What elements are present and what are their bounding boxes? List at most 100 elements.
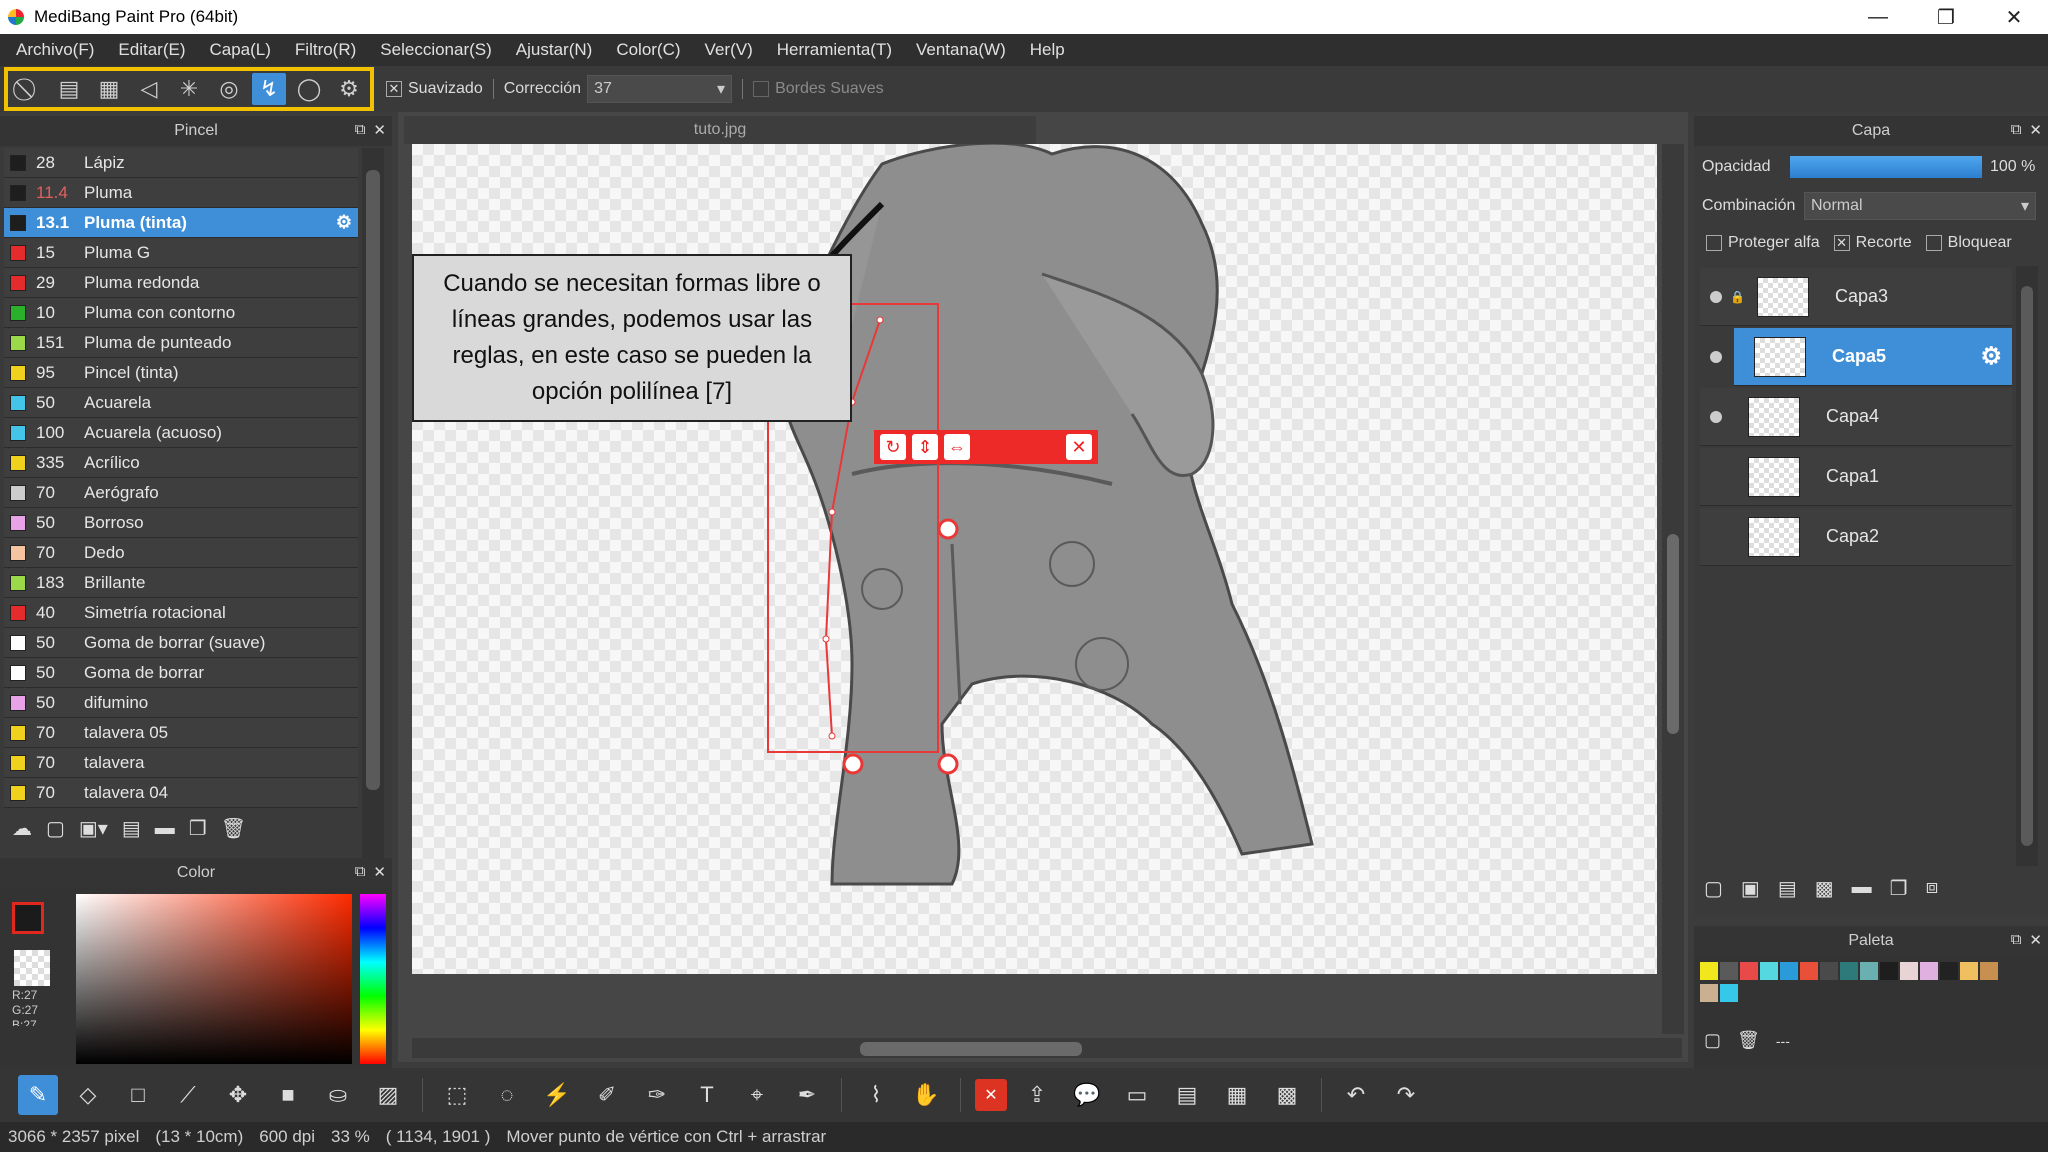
new-brush-icon[interactable]: ▢ — [46, 816, 65, 841]
close-icon[interactable]: ✕ — [373, 863, 386, 881]
protect-alpha-option[interactable]: Proteger alfa — [1706, 234, 1820, 252]
undock-icon[interactable]: ⧉ — [2011, 931, 2022, 949]
redo-button[interactable]: ↷ — [1386, 1075, 1426, 1115]
panel-layout-button[interactable]: ▦ — [1217, 1075, 1257, 1115]
palette-swatch[interactable] — [1700, 962, 1718, 980]
new-1bit-layer-icon[interactable]: ▤ — [1778, 876, 1797, 901]
gear-icon[interactable]: ⚙ — [1980, 342, 2002, 371]
palette-swatch[interactable] — [1740, 962, 1758, 980]
radial-ruler-icon[interactable]: ✳ — [172, 73, 206, 105]
palette-swatch[interactable] — [1780, 962, 1798, 980]
close-button[interactable]: ✕ — [1980, 0, 2048, 34]
brush-tool-button[interactable]: ✎ — [18, 1075, 58, 1115]
document-tab[interactable]: tuto.jpg — [404, 116, 1036, 144]
smoothing-checkbox[interactable]: ✕ — [386, 81, 402, 97]
opacity-slider[interactable] — [1790, 156, 1982, 178]
lasso-tool-button[interactable]: ◌ — [487, 1075, 527, 1115]
divide-tool-button[interactable]: ✒ — [787, 1075, 827, 1115]
brush-item[interactable]: 183 Brillante — [4, 568, 358, 598]
smoothing-option[interactable]: ✕ Suavizado — [386, 80, 483, 98]
brush-item[interactable]: 151 Pluma de punteado — [4, 328, 358, 358]
menu-capa[interactable]: Capa(L) — [197, 40, 282, 60]
menu-archivo[interactable]: Archivo(F) — [4, 40, 106, 60]
merge-layer-icon[interactable]: ⧈ — [1926, 876, 1939, 901]
brush-list-scrollbar[interactable] — [362, 148, 384, 918]
menu-editar[interactable]: Editar(E) — [106, 40, 197, 60]
eyedropper-tool-button[interactable]: ⌇ — [856, 1075, 896, 1115]
brush-item[interactable]: 29 Pluma redonda — [4, 268, 358, 298]
fill-shape-button[interactable]: ■ — [268, 1075, 308, 1115]
brush-item[interactable]: 28 Lápiz — [4, 148, 358, 178]
menu-ajustar[interactable]: Ajustar(N) — [504, 40, 605, 60]
new-8bit-layer-icon[interactable]: ▩ — [1815, 876, 1834, 901]
bucket-tool-button[interactable]: ⛀ — [318, 1075, 358, 1115]
menu-ventana[interactable]: Ventana(W) — [904, 40, 1018, 60]
eraser-tool-button[interactable]: ◇ — [68, 1075, 108, 1115]
perspective-ruler-icon[interactable]: ◁ — [132, 73, 166, 105]
comment-button[interactable]: ▭ — [1117, 1075, 1157, 1115]
close-icon[interactable]: ✕ — [373, 121, 386, 139]
blend-mode-select[interactable]: Normal ▾ — [1804, 192, 2036, 220]
scroll-thumb[interactable] — [366, 170, 380, 790]
palette-swatch[interactable] — [1840, 962, 1858, 980]
brush-item[interactable]: 335 Acrílico — [4, 448, 358, 478]
hue-slider[interactable] — [360, 894, 386, 1064]
add-brush-cloud-icon[interactable]: ☁ — [12, 816, 32, 841]
menu-help[interactable]: Help — [1018, 40, 1077, 60]
grid-ruler-icon[interactable]: ▦ — [92, 73, 126, 105]
undock-icon[interactable]: ⧉ — [355, 863, 366, 881]
palette-swatch[interactable] — [1720, 984, 1738, 1002]
export-button[interactable]: ⇪ — [1017, 1075, 1057, 1115]
menu-seleccionar[interactable]: Seleccionar(S) — [368, 40, 504, 60]
brush-item[interactable]: 15 Pluma G — [4, 238, 358, 268]
undock-icon[interactable]: ⧉ — [2011, 121, 2022, 139]
visibility-icon[interactable] — [1710, 410, 1722, 423]
palette-swatch[interactable] — [1880, 962, 1898, 980]
menu-color[interactable]: Color(C) — [604, 40, 692, 60]
polyline-ruler-icon[interactable]: ↯ — [252, 73, 286, 105]
shape-tool-button[interactable]: □ — [118, 1075, 158, 1115]
palette-swatch[interactable] — [1960, 962, 1978, 980]
palette-swatch[interactable] — [1700, 984, 1718, 1002]
settings-ruler-icon[interactable]: ⚙ — [332, 73, 366, 105]
menu-herramienta[interactable]: Herramienta(T) — [765, 40, 904, 60]
rotate-ruler-icon[interactable]: ↻ — [880, 434, 906, 460]
brush-item[interactable]: 10 Pluma con contorno — [4, 298, 358, 328]
menu-ver[interactable]: Ver(V) — [693, 40, 765, 60]
scroll-thumb[interactable] — [1667, 534, 1679, 734]
ellipse-ruler-icon[interactable]: ◯ — [292, 73, 326, 105]
lock-option[interactable]: Bloquear — [1925, 234, 2012, 252]
brush-item[interactable]: 50 difumino — [4, 688, 358, 718]
palette-swatch[interactable] — [1820, 962, 1838, 980]
folder-icon[interactable]: ▬ — [1852, 876, 1872, 901]
clipping-option[interactable]: ✕ Recorte — [1833, 234, 1912, 252]
brush-item[interactable]: 95 Pincel (tinta) — [4, 358, 358, 388]
undock-icon[interactable]: ⧉ — [355, 121, 366, 139]
brush-item[interactable]: 40 Simetría rotacional — [4, 598, 358, 628]
parallel-ruler-icon[interactable]: ▤ — [52, 73, 86, 105]
menu-filtro[interactable]: Filtro(R) — [283, 40, 368, 60]
brush-item[interactable]: 13.1 Pluma (tinta) ⚙ — [4, 208, 358, 238]
protect-alpha-checkbox[interactable] — [1706, 235, 1722, 251]
correction-select[interactable]: 37 ▾ — [587, 75, 733, 103]
page-button[interactable]: ▤ — [1167, 1075, 1207, 1115]
saturation-value-picker[interactable] — [76, 894, 352, 1064]
palette-swatch[interactable] — [1860, 962, 1878, 980]
soft-edges-checkbox[interactable] — [753, 81, 770, 97]
tone-button[interactable]: ▩ — [1267, 1075, 1307, 1115]
duplicate-icon[interactable]: ❐ — [189, 816, 207, 841]
new-layer-icon[interactable]: ▢ — [1704, 876, 1723, 901]
brush-item[interactable]: 70 Dedo — [4, 538, 358, 568]
no-ruler-icon[interactable]: ⃠ — [12, 73, 46, 105]
concentric-ruler-icon[interactable]: ◎ — [212, 73, 246, 105]
hand-tool-button[interactable]: ✋ — [906, 1075, 946, 1115]
flip-horizontal-icon[interactable]: ⇔ — [944, 434, 970, 460]
soft-edges-option[interactable]: Bordes Suaves — [753, 80, 884, 98]
clipping-checkbox[interactable]: ✕ — [1833, 235, 1850, 251]
close-icon[interactable]: ✕ — [2029, 121, 2042, 139]
layer-item[interactable]: 🔒 Capa3 — [1700, 268, 2012, 326]
layer-list-scrollbar[interactable] — [2016, 266, 2038, 866]
layer-item[interactable]: Capa4 — [1700, 388, 2012, 446]
layer-item[interactable]: Capa5 ⚙ — [1710, 328, 2012, 386]
foreground-color-swatch[interactable] — [12, 902, 44, 934]
